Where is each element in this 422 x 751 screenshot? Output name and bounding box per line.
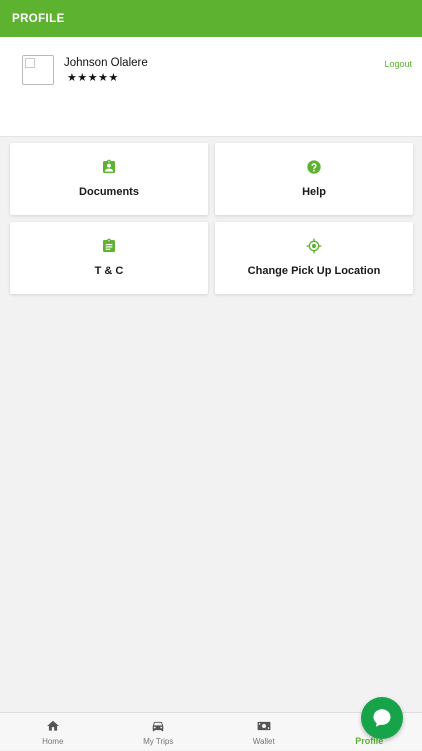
app-header: PROFILE bbox=[0, 0, 422, 37]
help-label: Help bbox=[215, 186, 413, 198]
nav-label-wallet: Wallet bbox=[211, 737, 317, 746]
page-title: PROFILE bbox=[12, 13, 65, 25]
change-pickup-location-label: Change Pick Up Location bbox=[215, 265, 413, 277]
broken-image-icon bbox=[25, 58, 35, 68]
clipboard-account-icon bbox=[101, 159, 117, 175]
home-icon bbox=[46, 719, 60, 733]
logout-link[interactable]: Logout bbox=[384, 59, 412, 69]
nav-item-my-trips[interactable]: My Trips bbox=[106, 713, 212, 751]
help-tile[interactable]: Help bbox=[215, 143, 413, 215]
chat-bubble-icon bbox=[371, 707, 393, 729]
profile-card: Johnson Olalere ★★★★★ Logout bbox=[0, 37, 422, 137]
nav-item-home[interactable]: Home bbox=[0, 713, 106, 751]
clipboard-text-icon bbox=[101, 238, 117, 254]
documents-tile[interactable]: Documents bbox=[10, 143, 208, 215]
car-icon bbox=[151, 719, 165, 733]
nav-item-wallet[interactable]: Wallet bbox=[211, 713, 317, 751]
chat-button[interactable] bbox=[361, 697, 403, 739]
crosshairs-gps-icon bbox=[306, 238, 322, 254]
terms-tile[interactable]: T & C bbox=[10, 222, 208, 294]
help-circle-icon bbox=[306, 159, 322, 175]
nav-label-profile: Profile bbox=[317, 736, 422, 746]
wallet-cash-icon bbox=[257, 719, 271, 733]
user-name: Johnson Olalere bbox=[64, 57, 148, 69]
nav-label-my-trips: My Trips bbox=[106, 737, 212, 746]
terms-label: T & C bbox=[10, 265, 208, 277]
user-rating-stars: ★★★★★ bbox=[67, 71, 119, 84]
nav-label-home: Home bbox=[0, 737, 106, 746]
bottom-nav: Home My Trips Wallet Profile bbox=[0, 712, 422, 750]
change-pickup-location-tile[interactable]: Change Pick Up Location bbox=[215, 222, 413, 294]
documents-label: Documents bbox=[10, 186, 208, 198]
avatar[interactable] bbox=[22, 55, 54, 85]
